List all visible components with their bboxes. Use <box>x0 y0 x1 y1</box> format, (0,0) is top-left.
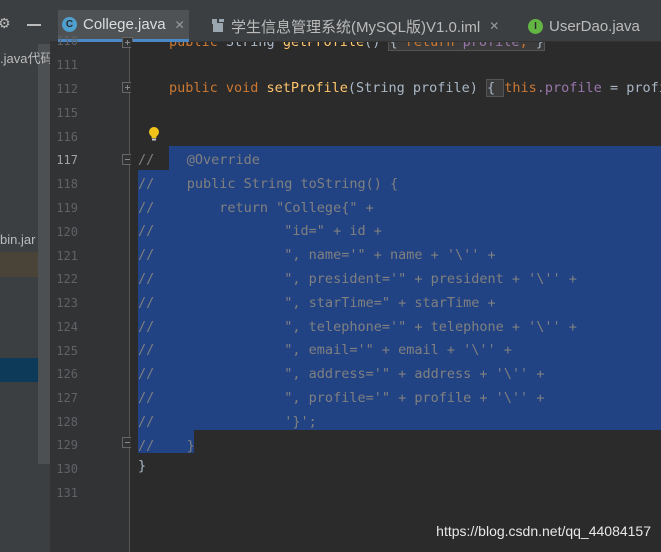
line-number: 112 <box>56 82 78 96</box>
code-comment-line: // ", telephone='" + telephone + '\'' + <box>138 318 577 335</box>
module-file-icon <box>212 19 225 33</box>
line-number: 130 <box>56 462 78 476</box>
line-number: 129 <box>56 438 78 452</box>
line-number: 126 <box>56 367 78 381</box>
code-comment-line: // ", email='" + email + '\'' + <box>138 342 512 359</box>
editor-tab-bar: C College.java ✕ 学生信息管理系统(MySQL版)V1.0.im… <box>50 10 661 42</box>
line-number: 111 <box>56 58 78 72</box>
tab-label: 学生信息管理系统(MySQL版)V1.0.iml <box>231 18 481 36</box>
line-number: 131 <box>56 486 78 500</box>
line-number: 125 <box>56 344 78 358</box>
tab-label: College.java <box>83 16 166 33</box>
tree-item-bin-jar[interactable]: bin.jar <box>0 232 35 247</box>
code-line-112: public void setProfile(String profile) {… <box>169 79 661 97</box>
line-number: 121 <box>56 249 78 263</box>
project-panel-scrollbar[interactable] <box>38 44 50 464</box>
tab-label: UserDao.java <box>549 17 640 35</box>
interface-icon: I <box>528 18 543 34</box>
code-comment-line: // @Override <box>138 152 260 168</box>
code-comment-line: // ", address='" + address + '\'' + <box>138 366 545 383</box>
tab-userdao-java[interactable]: I UserDao.java <box>528 10 640 42</box>
code-comment-line: // } <box>138 437 195 454</box>
line-number: 110 <box>56 34 78 48</box>
line-number: 117 <box>56 153 78 167</box>
code-line-130: } <box>138 458 147 474</box>
code-comment-line: // ", profile='" + profile + '\'' + <box>138 390 545 406</box>
code-comment-line: // return "College{" + <box>138 199 374 216</box>
code-comment-line: // ", president='" + president + '\'' + <box>138 271 577 287</box>
gear-icon[interactable]: ⚙ <box>0 16 11 32</box>
line-number: 124 <box>56 320 78 334</box>
line-number: 122 <box>56 272 78 286</box>
line-number: 127 <box>56 391 78 405</box>
title-strip <box>50 0 661 10</box>
close-icon[interactable]: ✕ <box>489 19 499 33</box>
watermark: https://blog.csdn.net/qq_44084157 <box>436 523 651 539</box>
line-number: 123 <box>56 296 78 310</box>
line-number: 118 <box>56 177 78 191</box>
line-number: 128 <box>56 415 78 429</box>
tree-item-java-code[interactable]: .java代码 <box>0 48 50 67</box>
line-number: 119 <box>56 201 78 215</box>
code-comment-line: // '}'; <box>138 413 317 430</box>
project-panel: ⚙ .java代码 bin.jar <box>0 0 50 552</box>
code-comment-line: // "id=" + id + <box>138 223 382 240</box>
close-icon[interactable]: ✕ <box>175 18 185 32</box>
line-number: 116 <box>56 130 78 144</box>
line-number: 120 <box>56 225 78 239</box>
code-editor[interactable]: public String getProfile() { return prof… <box>131 42 661 552</box>
line-number: 115 <box>56 106 78 120</box>
code-line-110: public String getProfile() { return prof… <box>169 42 545 51</box>
code-comment-line: // ", name='" + name + '\'' + <box>138 247 496 264</box>
code-comment-line: // public String toString() { <box>138 175 399 192</box>
class-icon: C <box>62 17 77 32</box>
code-comment-line: // ", starTime=" + starTime + <box>138 294 496 311</box>
tab-module-iml[interactable]: 学生信息管理系统(MySQL版)V1.0.iml ✕ <box>212 10 499 42</box>
minimize-icon[interactable] <box>27 24 41 26</box>
lightbulb-icon[interactable] <box>148 127 160 141</box>
